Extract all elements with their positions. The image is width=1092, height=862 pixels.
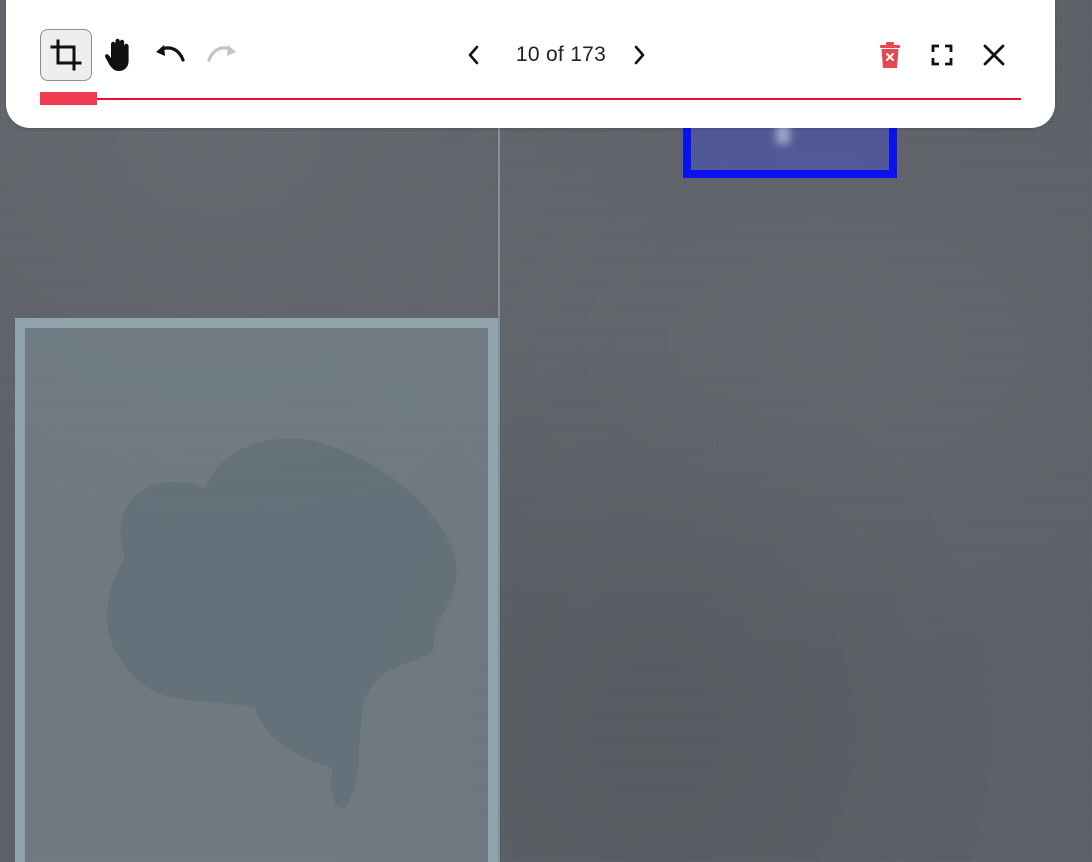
redo-button[interactable]	[196, 29, 248, 81]
undo-icon	[156, 45, 185, 62]
progress-fill	[40, 92, 97, 105]
top-toolbar: 10 of 173	[6, 0, 1055, 128]
trash-icon	[880, 42, 900, 68]
fullscreen-icon	[931, 44, 953, 66]
progress-track	[40, 98, 1021, 100]
stain-shape	[106, 438, 457, 809]
crop-icon	[50, 39, 82, 71]
crop-region[interactable]	[15, 318, 498, 862]
chevron-right-icon	[634, 45, 645, 65]
undo-button[interactable]	[144, 29, 196, 81]
crop-tool-button[interactable]	[40, 29, 92, 81]
guide-line	[498, 0, 500, 862]
hand-icon	[104, 38, 129, 71]
close-icon	[983, 44, 1005, 66]
image-canvas[interactable]	[0, 0, 1092, 862]
next-button[interactable]	[613, 29, 665, 81]
chevron-left-icon	[468, 45, 479, 65]
close-button[interactable]	[968, 29, 1020, 81]
redo-icon	[207, 45, 236, 62]
delete-button[interactable]	[864, 29, 916, 81]
pan-tool-button[interactable]	[93, 29, 145, 81]
fullscreen-button[interactable]	[916, 29, 968, 81]
